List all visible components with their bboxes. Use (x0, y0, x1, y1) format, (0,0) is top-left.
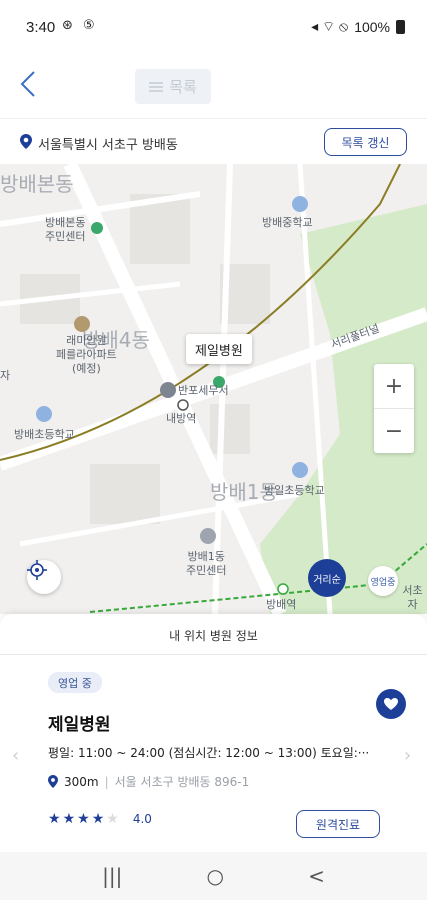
recent-apps-button[interactable]: ||| (102, 864, 122, 888)
notification-icons: ⊛ ⑤ (62, 18, 98, 33)
location-pin-icon (48, 775, 58, 788)
back-button[interactable] (14, 66, 44, 102)
back-nav-button[interactable]: < (308, 864, 325, 888)
my-location-button[interactable] (27, 560, 61, 594)
place-label[interactable]: 방배중학교 (262, 216, 313, 230)
place-label[interactable]: 방배1동 주민센터 (186, 550, 226, 578)
current-address: 서울특별시 서초구 방배동 (38, 138, 178, 153)
status-badge: 영업 중 (48, 672, 102, 693)
open-now-pin[interactable]: 영업중 (368, 566, 398, 596)
status-bar: 3:40 ⊛ ⑤ ◂ ⌔ ⦸ 100% (0, 0, 427, 52)
rating-stars: ★ ★ ★ ★ ★ 4.0 (48, 811, 152, 827)
separator: | (104, 774, 109, 789)
place-label[interactable]: 반포세무서 (178, 384, 229, 398)
tab-list-label: 목록 (169, 78, 197, 96)
refresh-list-button[interactable]: 목록 갱신 (324, 128, 407, 156)
zoom-out-button[interactable]: − (374, 409, 414, 453)
place-label[interactable]: 래미안원 페를라아파트 (예정) (56, 334, 117, 376)
star-icon: ★ (62, 811, 76, 827)
hospital-name: 제일병원 (48, 715, 111, 735)
address-row: 300m | 서울 서초구 방배동 896-1 (48, 773, 249, 790)
rating-value: 4.0 (132, 812, 152, 826)
location-pin-icon (20, 134, 32, 149)
star-icon: ★ (91, 811, 105, 827)
chevron-left-icon (20, 71, 35, 97)
star-icon: ★ (77, 811, 90, 827)
hospital-marker-bubble[interactable]: 제일병원 (186, 334, 252, 364)
place-label: 자 (0, 369, 11, 382)
previous-card-icon[interactable]: ‹ (12, 745, 19, 766)
hospital-card[interactable]: 영업 중 제일병원 평일: 11:00 ~ 24:00 (점심시간: 12:00… (30, 655, 406, 852)
zoom-control: + − (374, 364, 414, 453)
heart-icon (384, 698, 398, 710)
telemedicine-button[interactable]: 원격진료 (296, 810, 380, 838)
system-nav-bar: ||| ○ < (0, 852, 427, 900)
view-tabs: 목록 지도 (135, 69, 211, 683)
place-label[interactable]: 방배초등학교 (14, 428, 75, 442)
location-bar: 서울특별시 서초구 방배동 목록 갱신 (0, 118, 427, 164)
crosshair-icon (27, 560, 47, 580)
map-view[interactable]: 방배본동 방배4동 방배1동 방배본동 주민센터 방배중학교 래미안원 페를라아… (0, 164, 427, 614)
home-button[interactable]: ○ (207, 864, 224, 888)
opening-hours: 평일: 11:00 ~ 24:00 (점심시간: 12:00 ~ 13:00) … (48, 746, 370, 760)
distance-text: 300m (64, 774, 99, 789)
battery-icon (396, 20, 405, 34)
place-label[interactable]: 방배본동 주민센터 (45, 216, 85, 244)
tab-list[interactable]: 목록 (135, 69, 211, 104)
place-label[interactable]: 방배역 (266, 598, 296, 612)
star-empty-icon: ★ (106, 811, 119, 827)
favorite-button[interactable] (376, 689, 406, 719)
battery-percent: 100% (354, 19, 390, 35)
app-header: 목록 지도 (0, 52, 427, 683)
zoom-in-button[interactable]: + (374, 364, 414, 408)
place-label[interactable]: 방일초등학교 (264, 484, 325, 498)
hospital-info-sheet: 내 위치 병원 정보 영업 중 제일병원 평일: 11:00 ~ 24:00 (… (0, 614, 427, 852)
sheet-title: 내 위치 병원 정보 (169, 629, 258, 643)
status-time: 3:40 (26, 19, 56, 36)
place-label[interactable]: 내방역 (166, 412, 196, 426)
list-icon (149, 81, 164, 92)
star-icon: ★ (48, 811, 61, 827)
status-right: ◂ ⌔ ⦸ 100% (311, 18, 405, 36)
next-card-icon[interactable]: › (404, 745, 411, 766)
hospital-address: 서울 서초구 방배동 896-1 (114, 775, 250, 789)
place-label: 서초자 (402, 584, 423, 611)
distance-sort-pin[interactable]: 거리순 (308, 559, 346, 597)
district-label: 방배본동 (0, 172, 74, 196)
signal-icons: ◂ ⌔ ⦸ (311, 18, 349, 34)
